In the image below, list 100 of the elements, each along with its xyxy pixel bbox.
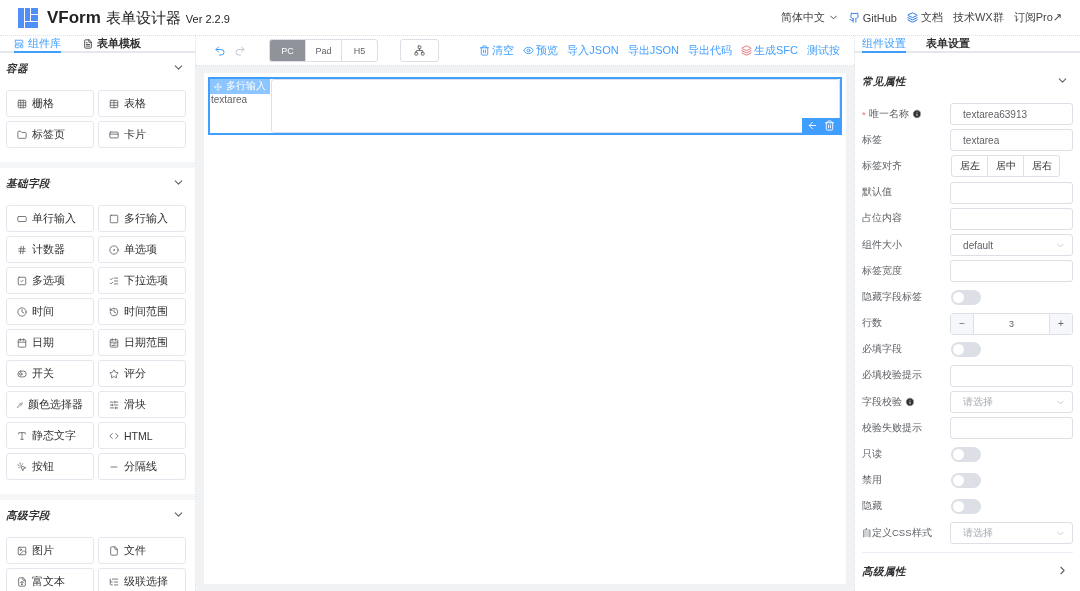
component-item[interactable]: 评分: [98, 360, 186, 387]
header-link[interactable]: 技术WX群: [952, 10, 1004, 25]
component-item[interactable]: 多行输入: [98, 205, 186, 232]
component-item[interactable]: 级联选择: [98, 568, 186, 591]
section-title: 高级属性: [862, 565, 906, 580]
toggle-switch[interactable]: [951, 289, 981, 305]
select-parent-icon[interactable]: [807, 120, 818, 131]
component-item[interactable]: 颜色选择器: [6, 391, 94, 418]
layers-icon: [741, 45, 752, 56]
pipette-icon: [17, 399, 23, 410]
component-item[interactable]: 单行输入: [6, 205, 94, 232]
component-item[interactable]: 卡片: [98, 121, 186, 148]
component-item[interactable]: 静态文字: [6, 422, 94, 449]
input-field[interactable]: [950, 260, 1073, 283]
component-item[interactable]: 多选项: [6, 267, 94, 294]
textarea-field[interactable]: [271, 79, 840, 133]
component-item[interactable]: 计数器: [6, 236, 94, 263]
section-title: 容器: [6, 62, 28, 76]
calendar-icon: [17, 337, 27, 348]
property-label: 标签对齐: [862, 159, 902, 173]
device-button[interactable]: H5: [341, 39, 378, 62]
property-label: 只读: [862, 448, 882, 462]
header-link[interactable]: 订阅Pro↗: [1013, 10, 1062, 25]
input-field[interactable]: textarea: [950, 129, 1073, 152]
device-button[interactable]: Pad: [305, 39, 342, 62]
settings-tab[interactable]: 表单设置: [926, 36, 970, 53]
version-label: Ver 2.2.9: [185, 12, 230, 25]
header-link[interactable]: 文档: [906, 10, 943, 25]
component-item[interactable]: 表格: [98, 90, 186, 117]
tree-view-button[interactable]: [400, 39, 439, 62]
property-label: 占位内容: [862, 212, 902, 226]
logo-icon: [18, 7, 38, 28]
decrement-button[interactable]: −: [951, 313, 974, 334]
input-field[interactable]: [950, 181, 1073, 204]
increment-button[interactable]: +: [1050, 313, 1072, 334]
property-label: 唯一名称: [868, 107, 909, 121]
property-label: 校验失败提示: [862, 421, 922, 435]
tree-icon: [109, 576, 119, 587]
move-icon: [214, 82, 222, 91]
undo-button[interactable]: [214, 44, 226, 57]
textarea-icon: [109, 213, 119, 224]
select-field[interactable]: default: [950, 234, 1073, 257]
component-item[interactable]: 栅格: [6, 90, 94, 117]
github-icon: [848, 12, 860, 23]
redo-button[interactable]: [234, 44, 246, 57]
number-icon: [17, 244, 27, 255]
trash-icon: [479, 45, 491, 56]
component-item[interactable]: 分隔线: [98, 453, 186, 480]
component-item[interactable]: 滑块: [98, 391, 186, 418]
component-item[interactable]: 时间: [6, 298, 94, 325]
star-icon: [109, 368, 119, 379]
toggle-switch[interactable]: [951, 447, 981, 463]
component-item[interactable]: 时间范围: [98, 298, 186, 325]
layout-icon: [14, 38, 24, 49]
property-label: 字段校验: [862, 395, 902, 409]
property-label: 隐藏: [862, 500, 882, 514]
app-name: VForm: [47, 7, 101, 28]
property-label: 标签宽度: [862, 264, 902, 278]
input-field[interactable]: [950, 364, 1073, 387]
header-link[interactable]: GitHub: [848, 11, 897, 24]
text-icon: [17, 430, 27, 441]
pointer-icon: [17, 461, 27, 472]
property-label: 行数: [862, 317, 882, 331]
clock-icon: [17, 306, 27, 317]
component-item[interactable]: 单选项: [98, 236, 186, 263]
code-icon: [109, 430, 119, 441]
component-item[interactable]: 日期: [6, 329, 94, 356]
toggle-switch[interactable]: [951, 499, 981, 515]
section-title: 常见属性: [862, 75, 906, 89]
textarea-widget[interactable]: 多行输入 textarea: [208, 77, 842, 135]
delete-icon[interactable]: [824, 120, 835, 131]
slider-icon: [109, 399, 119, 410]
component-item[interactable]: 按钮: [6, 453, 94, 480]
component-item[interactable]: 标签页: [6, 121, 94, 148]
component-item[interactable]: 文件: [98, 537, 186, 564]
component-item[interactable]: 图片: [6, 537, 94, 564]
toggle-switch[interactable]: [951, 473, 981, 489]
radio-icon: [109, 244, 119, 255]
history-icon: [109, 306, 119, 317]
section-title: 基础字段: [6, 177, 50, 191]
component-item[interactable]: 下拉选项: [98, 267, 186, 294]
panel-tab[interactable]: 表单模板: [83, 36, 141, 53]
align-button[interactable]: 居中: [987, 155, 1024, 178]
input-field[interactable]: textarea63913: [950, 103, 1073, 126]
component-item[interactable]: HTML: [98, 422, 186, 449]
component-item[interactable]: 开关: [6, 360, 94, 387]
property-label: 默认值: [862, 186, 892, 200]
align-button[interactable]: 居右: [1023, 155, 1060, 178]
component-item[interactable]: 富文本: [6, 568, 94, 591]
input-field[interactable]: [950, 417, 1073, 440]
hierarchy-icon: [414, 45, 425, 56]
checkbox-icon: [17, 275, 27, 286]
toggle-switch[interactable]: [951, 342, 981, 358]
field-label: textarea: [211, 94, 249, 105]
language-dropdown[interactable]: 简体中文: [780, 10, 839, 25]
input-field[interactable]: [950, 207, 1073, 230]
document-icon: [83, 38, 93, 49]
component-item[interactable]: 日期范围: [98, 329, 186, 356]
property-label: 必填校验提示: [862, 369, 922, 383]
align-button[interactable]: 居左: [951, 155, 988, 178]
